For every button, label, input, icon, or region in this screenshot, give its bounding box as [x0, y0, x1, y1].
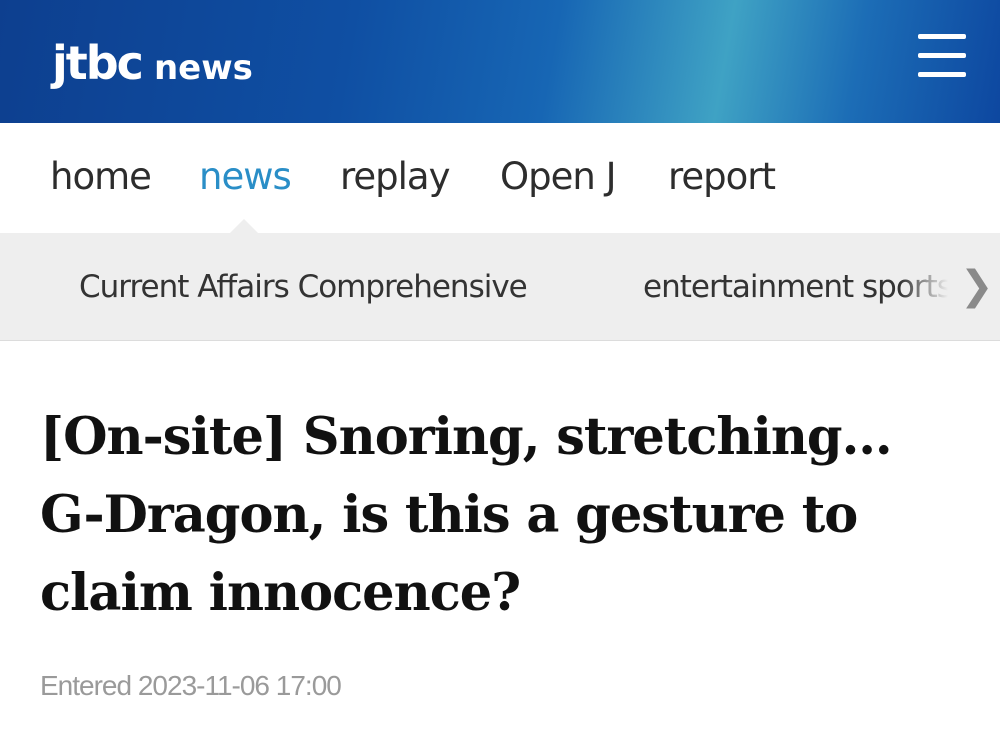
site-header: jtbc news: [0, 0, 1000, 123]
hamburger-menu-icon[interactable]: [918, 34, 966, 78]
menu-line: [918, 72, 966, 77]
menu-line: [918, 53, 966, 58]
jtbc-news-logo[interactable]: jtbc news: [52, 36, 253, 90]
entered-datetime: 2023-11-06 17:00: [137, 670, 342, 701]
main-nav: home news replay Open J report: [0, 123, 1000, 233]
subnav-fade: [900, 233, 960, 339]
nav-item-report[interactable]: report: [668, 155, 776, 198]
article-headline: [On-site] Snoring, stretching… G-Dragon,…: [40, 407, 893, 623]
nav-item-replay[interactable]: replay: [340, 155, 450, 198]
menu-line: [918, 34, 966, 39]
entered-label: Entered: [40, 670, 132, 701]
nav-item-home[interactable]: home: [50, 155, 152, 198]
article-entered-date: Entered 2023-11-06 17:00: [40, 670, 342, 702]
logo-word: news: [153, 48, 253, 88]
active-nav-caret: [230, 219, 258, 233]
nav-item-open-j[interactable]: Open J: [500, 155, 616, 198]
subnav-item-current-affairs[interactable]: Current Affairs Comprehensive: [79, 269, 528, 305]
chevron-right-icon[interactable]: ❯: [960, 263, 994, 309]
logo-mark: jtbc: [52, 36, 144, 90]
sub-nav: Current Affairs Comprehensive entertainm…: [0, 219, 1000, 341]
nav-item-news[interactable]: news: [199, 155, 292, 198]
